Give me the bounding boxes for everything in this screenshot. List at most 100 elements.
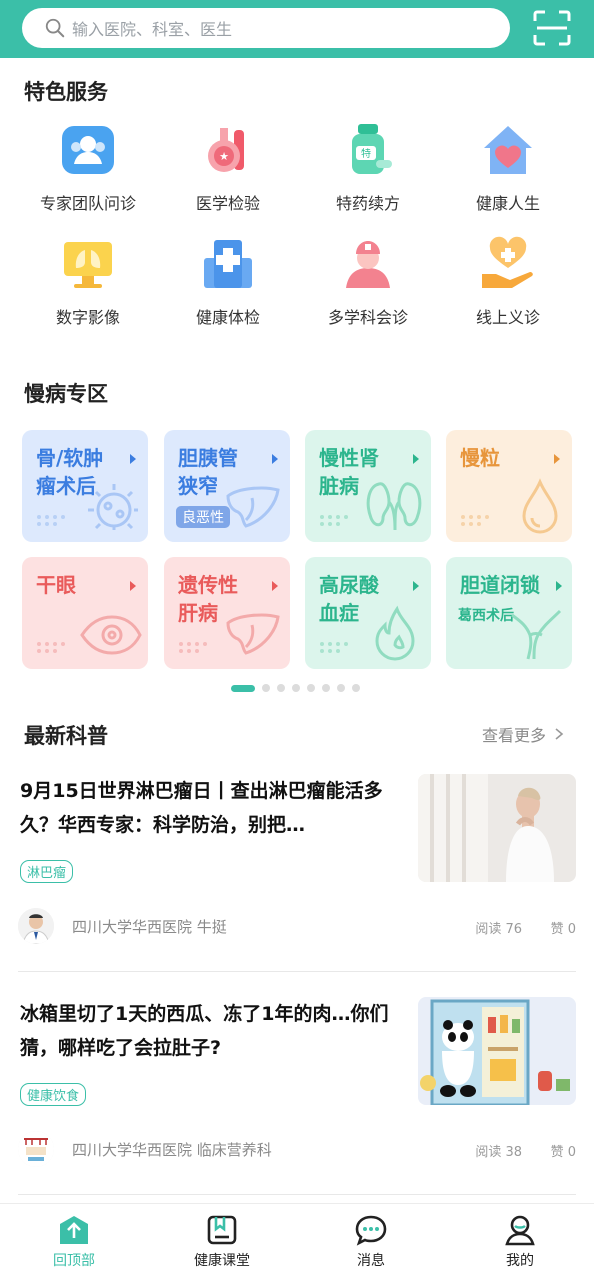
service-label: 医学检验 [195,194,260,213]
chevron-right-icon [554,454,560,464]
chevron-right-icon [556,581,562,591]
service-mdt-consultation[interactable]: 多学科会诊 [298,234,438,328]
card-title-line2: 脏病 [319,474,359,498]
article-card[interactable]: 9月15日世界淋巴瘤日丨查出淋巴瘤能活多久？华西专家：科学防治，别把… 淋巴瘤 … [18,774,576,954]
service-online-clinic[interactable]: 线上义诊 [438,234,578,328]
pager-dot[interactable] [322,684,330,692]
nutrition-dept-logo-image [18,1131,54,1167]
card-title-line1: 胆道闭锁 [460,573,540,597]
top-bar: 输入医院、科室、医生 [0,0,594,58]
heart-hand-icon [482,236,533,288]
featured-section-title: 特色服务 [24,80,108,104]
chevron-right-icon [272,454,278,464]
woman-photo-image [418,774,576,882]
classroom-icon [207,1215,237,1245]
pager-dot[interactable] [307,684,315,692]
article-card[interactable]: 冰箱里切了1天的西瓜、冻了1年的肉…你们猜，哪样吃了会拉肚子? 健康饮食 四川大… [18,997,576,1177]
article-thumbnail[interactable] [418,774,576,882]
dots-decoration-icon [179,642,207,653]
read-count: 阅读 38 [475,1145,522,1160]
liver-icon [226,613,280,655]
bottom-tab-bar: 回顶部 健康课堂 消息 我的 [0,1203,594,1280]
chronic-card-biliary-stricture[interactable]: 胆胰管 狭窄 良恶性 [164,430,290,542]
tab-label: 我的 [506,1253,534,1269]
expert-team-icon [62,126,114,174]
dots-decoration-icon [320,515,348,526]
article-tag[interactable]: 健康饮食 [20,1083,87,1106]
card-title-line2: 狭窄 [178,474,218,498]
card-title-line1: 慢粒 [460,446,500,470]
flame-icon [375,605,415,661]
card-title-line1: 胆胰管 [178,446,238,470]
tab-label: 健康课堂 [194,1253,250,1269]
search-input[interactable]: 输入医院、科室、医生 [22,8,510,48]
carousel-pager [231,684,360,692]
profile-icon [505,1215,535,1246]
scan-icon[interactable] [533,10,571,46]
tab-health-class[interactable]: 健康课堂 [148,1204,296,1281]
chronic-card-cml[interactable]: 慢粒 [446,430,572,542]
service-label: 专家团队问诊 [39,194,136,213]
liver-icon [226,486,280,528]
tab-back-to-top[interactable]: 回顶部 [0,1204,148,1281]
chevron-right-icon [413,581,419,591]
view-more-link[interactable]: 查看更多 [482,722,564,746]
tab-messages[interactable]: 消息 [297,1204,445,1281]
service-healthy-life[interactable]: 健康人生 [438,120,578,214]
doctor-avatar-image [18,908,54,944]
chevron-right-icon [130,454,136,464]
service-label: 多学科会诊 [327,308,408,327]
kidney-icon [366,482,422,531]
chronic-card-bone-tumor[interactable]: 骨/软肿 瘤术后 [22,430,148,542]
article-source: 四川大学华西医院 临床营养科 [72,1141,272,1159]
health-house-icon [484,126,532,174]
service-lab-test[interactable]: ★ 医学检验 [158,120,298,214]
chronic-card-ckd[interactable]: 慢性肾 脏病 [305,430,431,542]
panda-fridge-image [418,997,576,1105]
pager-dot[interactable] [292,684,300,692]
tab-label: 消息 [357,1253,385,1269]
like-count[interactable]: 赞 0 [551,918,576,937]
chronic-card-biliary-atresia[interactable]: 胆道闭锁 葛西术后 [446,557,572,669]
lab-flask-icon: ★ [208,128,244,172]
service-expert-team[interactable]: 专家团队问诊 [18,120,158,214]
pager-dot[interactable] [337,684,345,692]
article-tag[interactable]: 淋巴瘤 [20,860,74,883]
service-label: 线上义诊 [475,308,540,327]
service-label: 特药续方 [335,194,400,213]
tab-profile[interactable]: 我的 [446,1204,594,1281]
service-health-checkup[interactable]: 健康体检 [158,234,298,328]
svg-text:特: 特 [361,148,371,160]
pager-dot-active[interactable] [231,684,255,692]
card-title-line1: 骨/软肿 [36,446,104,470]
article-source: 四川大学华西医院 牛挺 [72,918,227,936]
chevron-right-icon [272,581,278,591]
author-avatar[interactable] [18,1131,54,1167]
medicine-bottle-icon: 特 [352,124,392,174]
service-special-medicine[interactable]: 特 特药续方 [298,120,438,214]
article-thumbnail[interactable] [418,997,576,1105]
like-count[interactable]: 赞 0 [551,1141,576,1160]
pager-dot[interactable] [262,684,270,692]
back-to-top-icon [60,1216,88,1244]
author-avatar[interactable] [18,908,54,944]
pager-dot[interactable] [277,684,285,692]
chronic-card-hereditary-liver[interactable]: 遗传性 肝病 [164,557,290,669]
news-section-title: 最新科普 [24,724,108,748]
eye-icon [80,615,142,655]
chronic-card-dry-eye[interactable]: 干眼 [22,557,148,669]
read-count: 阅读 76 [475,922,522,937]
pager-dot[interactable] [352,684,360,692]
article-title[interactable]: 冰箱里切了1天的西瓜、冻了1年的肉…你们猜，哪样吃了会拉肚子? [20,997,392,1065]
svg-text:★: ★ [219,150,229,163]
dots-decoration-icon [320,642,348,653]
article-title[interactable]: 9月15日世界淋巴瘤日丨查出淋巴瘤能活多久？华西专家：科学防治，别把… [20,774,392,842]
service-digital-imaging[interactable]: 数字影像 [18,234,158,328]
dots-decoration-icon [37,642,65,653]
message-icon [355,1215,387,1246]
drop-icon [522,478,558,534]
doctor-icon [346,241,390,288]
service-label: 健康体检 [195,308,260,327]
chronic-card-hyperuricemia[interactable]: 高尿酸 血症 [305,557,431,669]
dots-decoration-icon [37,515,65,526]
